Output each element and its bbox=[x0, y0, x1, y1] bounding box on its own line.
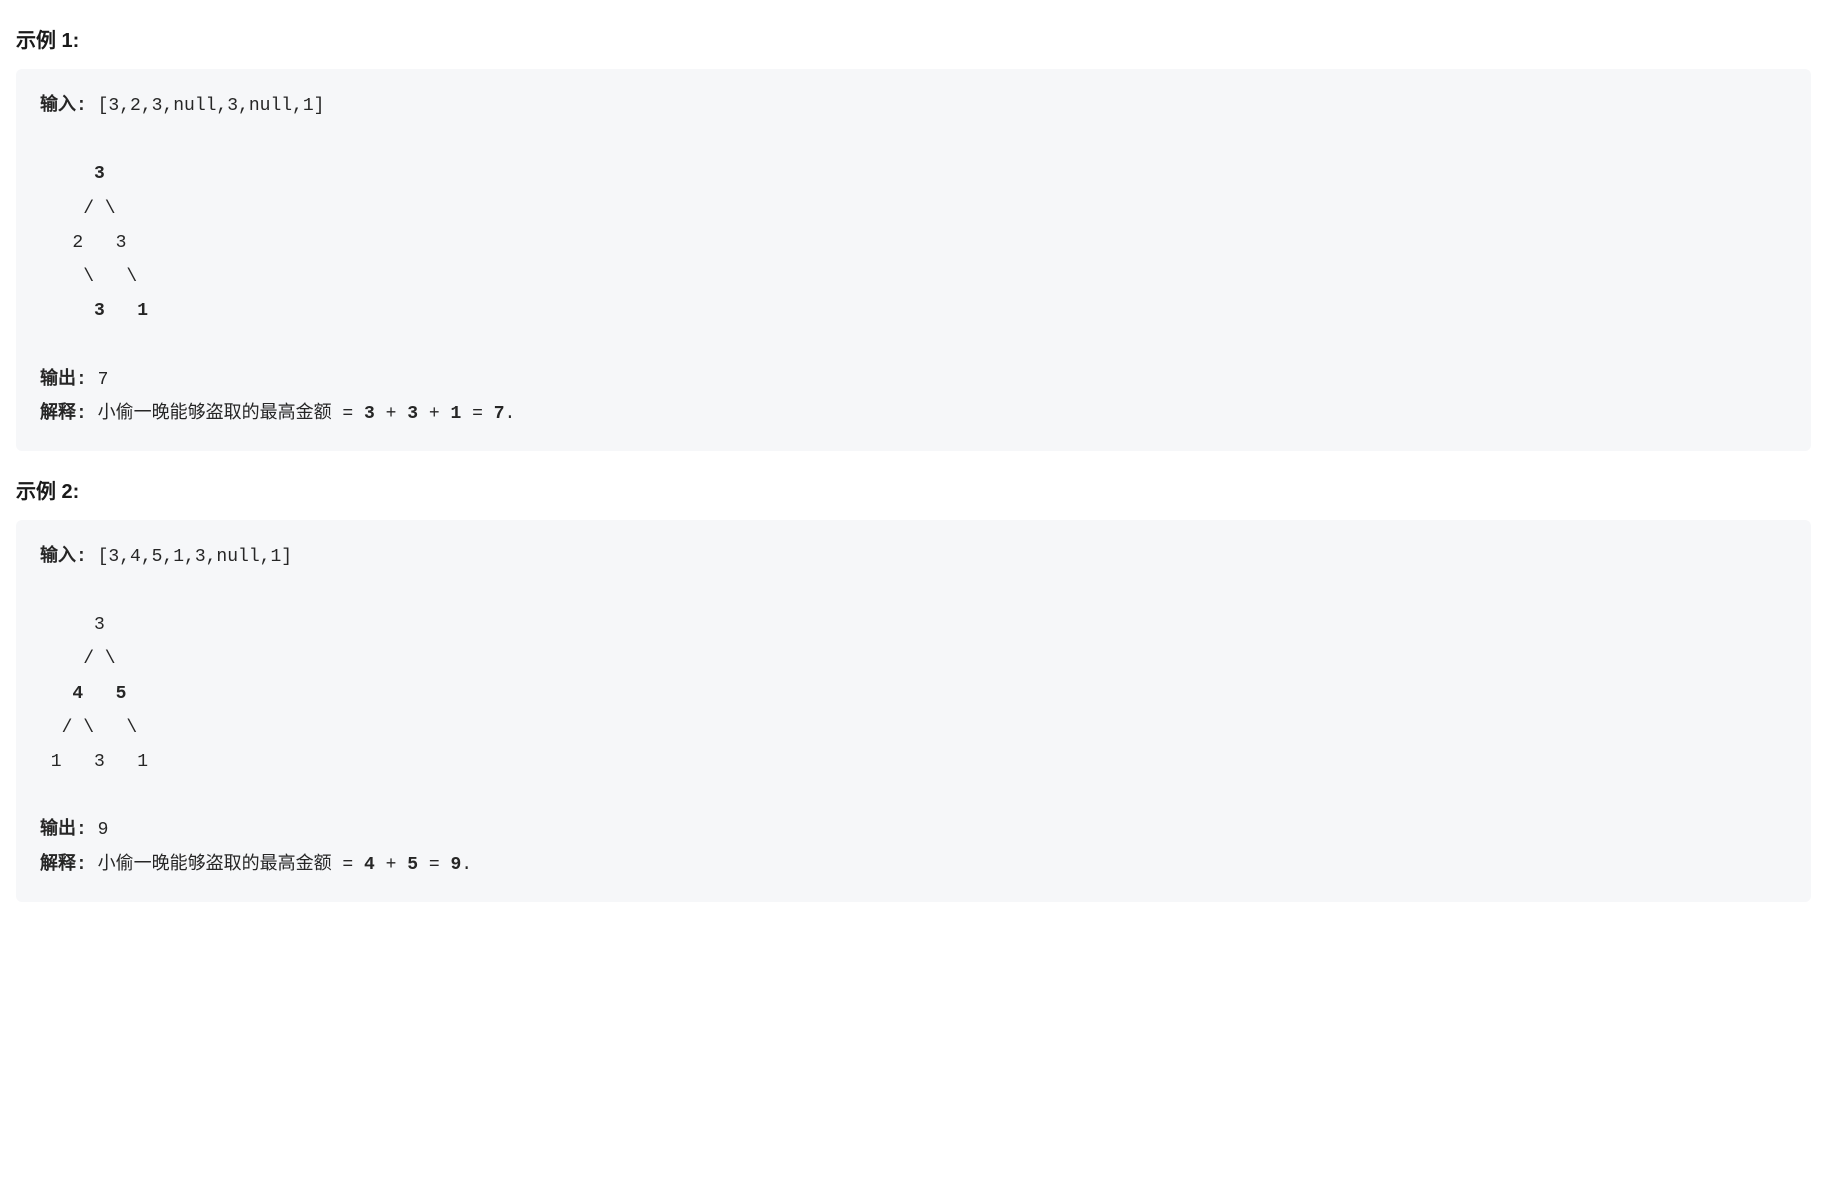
example1-output-value: 7 bbox=[87, 370, 109, 390]
example2-explain-val1: 4 bbox=[364, 855, 375, 875]
example1-tree-line2: / \ bbox=[40, 199, 116, 219]
example2-tree-line5: 1 3 1 bbox=[40, 752, 148, 772]
example2-tree-line3-val1: 4 bbox=[72, 684, 83, 704]
example2-explain-result: 9 bbox=[450, 855, 461, 875]
example1-output-label: 输出: bbox=[40, 370, 87, 390]
example1-tree-line3: 2 3 bbox=[40, 233, 126, 253]
example1-explain-result: 7 bbox=[494, 404, 505, 424]
example1-explain-val1: 3 bbox=[364, 404, 375, 424]
example2-explain-text: 小偷一晚能够盗取的最高金额 = bbox=[87, 855, 364, 875]
example1-code-block: 输入: [3,2,3,null,3,null,1] 3 / \ 2 3 \ \ … bbox=[16, 69, 1811, 451]
example1-tree-line1: 3 bbox=[40, 164, 105, 184]
example1-tree-line5-val1: 3 bbox=[94, 301, 105, 321]
example1-input-value: [3,2,3,null,3,null,1] bbox=[98, 96, 325, 116]
example2-explain-eq: = bbox=[418, 855, 450, 875]
example1-explain-val2: 3 bbox=[407, 404, 418, 424]
example2-tree-line3-val2: 5 bbox=[116, 684, 127, 704]
example1-explain-label: 解释: bbox=[40, 404, 87, 424]
example2-explain-period: . bbox=[461, 855, 472, 875]
example1-explain-period: . bbox=[505, 404, 516, 424]
example2-tree-line2: / \ bbox=[40, 649, 116, 669]
example2-input-label: 输入: bbox=[40, 547, 98, 567]
example1-tree-line5-mid bbox=[105, 301, 137, 321]
example2-output-value: 9 bbox=[87, 820, 109, 840]
example2-code-block: 输入: [3,4,5,1,3,null,1] 3 / \ 4 5 / \ \ 1… bbox=[16, 520, 1811, 902]
example2-tree-line3-mid bbox=[83, 684, 115, 704]
example1-explain-plus1: + bbox=[375, 404, 407, 424]
example2-output-label: 输出: bbox=[40, 820, 87, 840]
example1-explain-text: 小偷一晚能够盗取的最高金额 = bbox=[87, 404, 364, 424]
example2-heading: 示例 2: bbox=[16, 475, 1811, 504]
example2-explain-val2: 5 bbox=[407, 855, 418, 875]
example1-tree-line4: \ \ bbox=[40, 267, 137, 287]
example2-tree-line4: / \ \ bbox=[40, 718, 137, 738]
example1-tree-line5-val2: 1 bbox=[137, 301, 148, 321]
example1-explain-val3: 1 bbox=[450, 404, 461, 424]
example1-explain-eq: = bbox=[461, 404, 493, 424]
example1-input-label: 输入: bbox=[40, 96, 98, 116]
example2-tree-line3-prefix bbox=[40, 684, 72, 704]
example2-explain-plus1: + bbox=[375, 855, 407, 875]
example1-tree-line5-prefix bbox=[40, 301, 94, 321]
example1-heading: 示例 1: bbox=[16, 24, 1811, 53]
example2-tree-line1: 3 bbox=[40, 615, 105, 635]
example1-explain-plus2: + bbox=[418, 404, 450, 424]
example2-explain-label: 解释: bbox=[40, 855, 87, 875]
example2-input-value: [3,4,5,1,3,null,1] bbox=[98, 547, 292, 567]
